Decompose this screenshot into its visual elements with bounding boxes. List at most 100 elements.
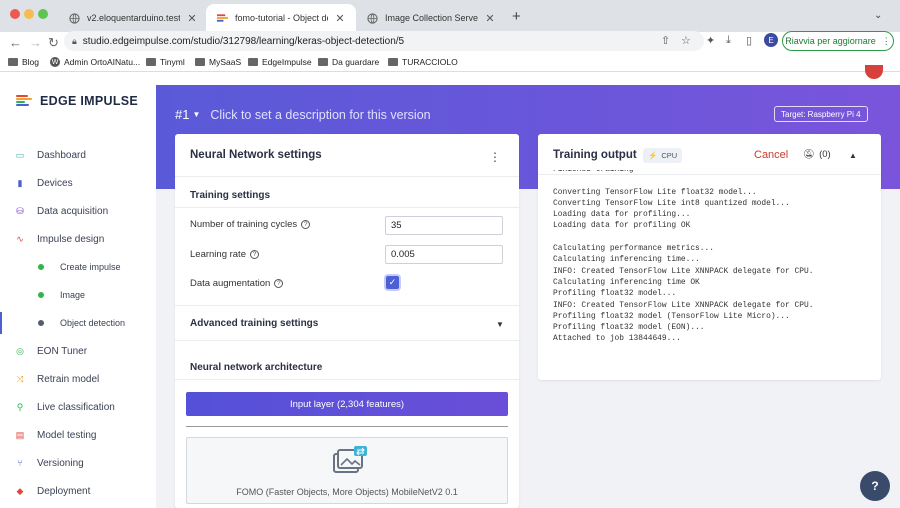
help-circle-icon[interactable]: ? [274, 279, 284, 288]
log-line: Calculating inferencing time... [553, 255, 700, 265]
bookmark-item[interactable]: W Admin OrtoAINatu... [50, 57, 140, 67]
close-tab-icon[interactable]: ✕ [334, 12, 346, 25]
bookmark-item[interactable]: TURACCIOLO [388, 57, 458, 67]
nav-versioning[interactable]: ⑂ Versioning [0, 452, 156, 474]
browser-tab-active[interactable]: fomo-tutorial - Object detection ✕ [206, 4, 356, 32]
cancel-button[interactable]: Cancel [754, 149, 788, 161]
nav-impulse-design[interactable]: ∿ Impulse design [0, 228, 156, 250]
log-line: Profiling float32 model (TensorFlow Lite… [553, 311, 790, 321]
more-vertical-icon[interactable]: ⋮ [489, 150, 501, 164]
globe-icon [366, 12, 378, 24]
target-device-button[interactable]: Target: Raspberry Pi 4 [774, 106, 868, 122]
nav-label: Retrain model [37, 373, 100, 385]
star-icon[interactable]: ☆ [681, 34, 691, 47]
nav-image[interactable]: Image [0, 284, 156, 306]
nav-model-testing[interactable]: ▤ Model testing [0, 424, 156, 446]
data-augmentation-label: Data augmentation ? [190, 278, 284, 289]
caret-up-icon[interactable]: ▲ [849, 151, 857, 160]
bookmark-label: EdgeImpulse [262, 57, 312, 67]
address-bar[interactable]: 🔒︎ studio.edgeimpulse.com/studio/312798/… [64, 31, 704, 51]
device-badge: ⚡ CPU [643, 148, 683, 163]
edge-impulse-icon [216, 12, 228, 24]
nav-label: Dashboard [37, 149, 86, 161]
browser-tab[interactable]: v2.eloquentarduino.test/posts/ ✕ [58, 4, 208, 32]
box-icon: ◆ [16, 485, 24, 496]
advanced-settings-toggle[interactable]: Advanced training settings [190, 318, 318, 329]
nav-label: Versioning [37, 457, 84, 469]
bookmark-item[interactable]: Blog [8, 57, 39, 67]
clipboard-icon: ▤ [15, 429, 25, 440]
maximize-window-button[interactable] [38, 9, 48, 19]
nav-create-impulse[interactable]: Create impulse [0, 256, 156, 278]
version-selector[interactable]: #1 ▼ Click to set a description for this… [175, 107, 431, 122]
learning-rate-input[interactable]: 0.005 [385, 245, 503, 264]
nav-devices[interactable]: ▮ Devices [0, 172, 156, 194]
new-tab-button[interactable]: + [512, 8, 521, 25]
nav-retrain-model[interactable]: ⤨ Retrain model [0, 368, 156, 390]
help-circle-icon[interactable]: ? [301, 220, 311, 229]
divider [175, 305, 519, 306]
browser-tab[interactable]: Image Collection Server ✕ [356, 4, 506, 32]
training-log[interactable]: Finished training Converting TensorFlow … [553, 170, 873, 370]
close-tab-icon[interactable]: ✕ [484, 12, 496, 25]
logo[interactable]: EDGE IMPULSE [16, 94, 138, 108]
profile-avatar[interactable]: E [764, 33, 778, 47]
log-line: INFO: Created TensorFlow Lite XNNPACK de… [553, 300, 814, 310]
help-button[interactable]: ? [860, 471, 890, 501]
close-window-button[interactable] [10, 9, 20, 19]
back-arrow-icon[interactable]: ← [9, 35, 22, 50]
divider [175, 176, 519, 177]
update-button[interactable]: Riavvia per aggiornare ⋮ [782, 31, 894, 51]
minimize-window-button[interactable] [24, 9, 34, 19]
version-number[interactable]: #1 [175, 107, 189, 122]
database-icon: ⛁ [16, 205, 24, 216]
devices-icon: ▮ [17, 177, 23, 188]
bookmark-label: MySaaS [209, 57, 242, 67]
nav-data-acquisition[interactable]: ⛁ Data acquisition [0, 200, 156, 222]
log-line: Calculating inferencing time OK [553, 277, 700, 287]
globe-icon [68, 12, 80, 24]
folder-icon [388, 58, 398, 66]
bookmark-label: Da guardare [332, 57, 380, 67]
training-cycles-input[interactable]: 35 [385, 216, 503, 235]
bookmark-item[interactable]: Tinyml [146, 57, 185, 67]
wordpress-icon: W [50, 57, 60, 67]
label-text: Data augmentation [190, 278, 271, 289]
log-line: Loading data for profiling OK [553, 221, 691, 231]
input-layer-block[interactable]: Input layer (2,304 features) [186, 392, 508, 416]
sidebar-icon[interactable]: ▯ [746, 34, 752, 47]
bookmark-item[interactable]: Da guardare [318, 57, 379, 67]
forward-arrow-icon[interactable]: → [29, 35, 42, 50]
chevron-down-icon[interactable]: ⌄ [874, 10, 882, 21]
download-icon[interactable]: ⤓ [726, 34, 731, 47]
status-dot [38, 264, 44, 270]
training-settings-heading: Training settings [190, 190, 271, 201]
data-augmentation-checkbox[interactable]: ✓ [386, 276, 399, 289]
log-line: INFO: Created TensorFlow Lite XNNPACK de… [553, 266, 814, 276]
notifications-toggle[interactable]: 🔕︎ (0) [803, 149, 831, 160]
folder-icon [8, 58, 18, 66]
nav-dashboard[interactable]: ▭ Dashboard [0, 144, 156, 166]
version-description[interactable]: Click to set a description for this vers… [210, 108, 430, 122]
share-icon[interactable]: ⇧ [661, 34, 670, 47]
bookmark-item[interactable]: MySaaS [195, 57, 241, 67]
close-tab-icon[interactable]: ✕ [186, 12, 198, 25]
log-line: Calculating performance metrics... [553, 244, 714, 254]
nav-label: EON Tuner [37, 345, 88, 357]
nav-object-detection[interactable]: Object detection [0, 312, 156, 334]
training-output-title: Training output [553, 149, 637, 161]
label-text: Learning rate [190, 249, 246, 260]
bookmark-item[interactable]: EdgeImpulse [248, 57, 312, 67]
caret-down-icon[interactable]: ▼ [192, 110, 200, 119]
reload-icon[interactable]: ↻ [48, 35, 59, 51]
nav-live-classification[interactable]: ⚲ Live classification [0, 396, 156, 418]
folder-icon [248, 58, 258, 66]
device-label: CPU [661, 151, 678, 160]
model-name: FOMO (Faster Objects, More Objects) Mobi… [236, 487, 458, 497]
help-circle-icon[interactable]: ? [249, 250, 259, 259]
extensions-icon[interactable]: ✦ [706, 34, 715, 47]
bookmark-label: TURACCIOLO [402, 57, 458, 67]
nav-deployment[interactable]: ◆ Deployment [0, 480, 156, 502]
caret-down-icon[interactable]: ▼ [496, 320, 504, 329]
nav-eon-tuner[interactable]: ◎ EON Tuner [0, 340, 156, 362]
